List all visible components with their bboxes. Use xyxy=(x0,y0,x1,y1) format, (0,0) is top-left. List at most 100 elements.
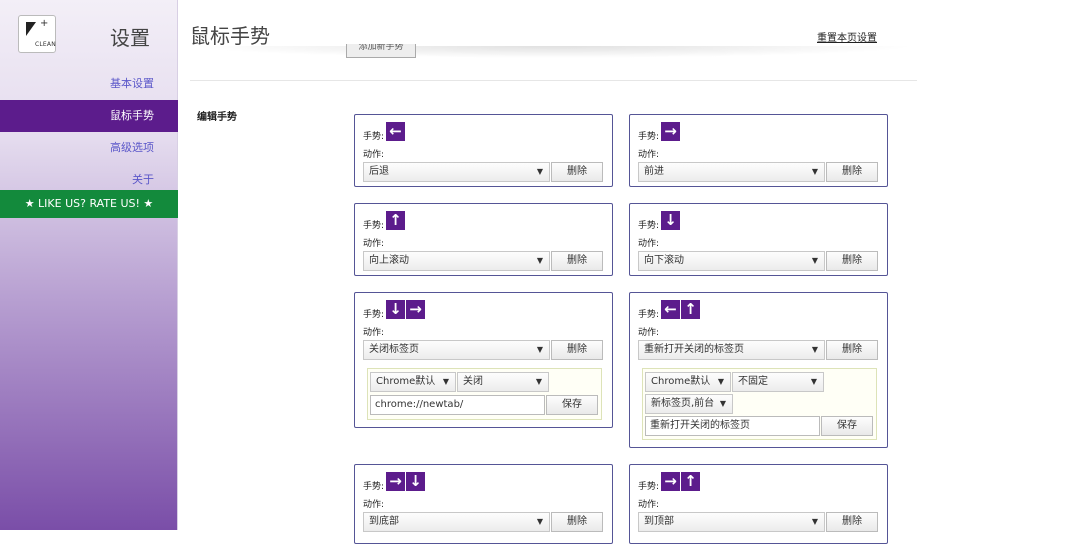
chevron-down-icon: ▼ xyxy=(811,256,818,265)
pin-value: 不固定 xyxy=(738,376,768,387)
action-value: 重新打开关闭的标签页 xyxy=(644,344,744,355)
sidebar-item-basic[interactable]: 基本设置 xyxy=(0,68,178,100)
delete-button[interactable]: 删除 xyxy=(826,251,878,271)
arrow-right-icon: → xyxy=(386,471,406,491)
action-label: 动作: xyxy=(638,239,660,249)
action-select[interactable]: 向下滚动 ▼ xyxy=(638,251,825,271)
browser-select[interactable]: Chrome默认 ▼ xyxy=(645,372,731,392)
action-select[interactable]: 关闭标签页 ▼ xyxy=(363,340,550,360)
arrow-down-icon: ↓ xyxy=(386,299,406,319)
gesture-card: 手势: → 动作: 前进 ▼ 删除 xyxy=(629,114,888,187)
action-label: 动作: xyxy=(363,500,385,510)
gesture-label: 手势: xyxy=(638,220,660,231)
gesture-row: 手势: ↓ → xyxy=(363,299,426,320)
mode-value: 关闭 xyxy=(463,376,483,387)
action-value: 后退 xyxy=(369,166,389,177)
chevron-down-icon: ▼ xyxy=(536,167,543,176)
chevron-down-icon: ▼ xyxy=(536,256,543,265)
reset-settings-link[interactable]: 重置本页设置 xyxy=(817,29,877,44)
sidebar: + CLEAN 设置 基本设置 鼠标手势 高级选项 关于 ★ LIKE US? … xyxy=(0,0,178,530)
delete-button[interactable]: 删除 xyxy=(551,340,603,360)
action-label: 动作: xyxy=(363,328,385,338)
chevron-down-icon: ▼ xyxy=(811,345,818,354)
delete-button[interactable]: 删除 xyxy=(826,512,878,532)
action-value: 向下滚动 xyxy=(644,255,684,266)
pin-select[interactable]: 不固定 ▼ xyxy=(732,372,824,392)
gesture-card: 手势: → ↓ 动作: 到底部 ▼ 删除 xyxy=(354,464,613,544)
mode-select[interactable]: 关闭 ▼ xyxy=(457,372,549,392)
action-label: 动作: xyxy=(363,239,385,249)
action-select[interactable]: 重新打开关闭的标签页 ▼ xyxy=(638,340,825,360)
gesture-label: 手势: xyxy=(363,131,385,142)
chevron-down-icon: ▼ xyxy=(811,517,818,526)
arrow-up-icon: ↑ xyxy=(681,471,701,491)
gesture-row: 手势: → ↑ xyxy=(638,471,701,492)
arrow-up-icon: ↑ xyxy=(681,299,701,319)
action-value: 到底部 xyxy=(369,516,399,527)
arrow-down-icon: ↓ xyxy=(406,471,426,491)
action-options-panel: Chrome默认 ▼ 不固定 ▼ 新标签页,前台 ▼ 重新打开关闭的标签页 保存 xyxy=(642,368,877,440)
gesture-card: 手势: ↓ 动作: 向下滚动 ▼ 删除 xyxy=(629,203,888,276)
position-select[interactable]: 新标签页,前台 ▼ xyxy=(645,394,733,414)
divider xyxy=(190,80,917,81)
delete-button[interactable]: 删除 xyxy=(551,251,603,271)
gesture-row: 手势: ↑ xyxy=(363,210,406,231)
action-value: 关闭标签页 xyxy=(369,344,419,355)
position-value: 新标签页,前台 xyxy=(651,398,715,409)
text-input[interactable]: 重新打开关闭的标签页 xyxy=(645,416,820,436)
action-value: 到顶部 xyxy=(644,516,674,527)
logo-text: CLEAN xyxy=(35,41,56,48)
gesture-label: 手势: xyxy=(363,309,385,320)
browser-select[interactable]: Chrome默认 ▼ xyxy=(370,372,456,392)
section-label: 编辑手势 xyxy=(197,112,237,123)
cursor-icon xyxy=(26,22,36,36)
sidebar-nav: 基本设置 鼠标手势 高级选项 关于 xyxy=(0,68,178,196)
gesture-row: 手势: → xyxy=(638,121,681,142)
gesture-label: 手势: xyxy=(363,220,385,231)
gesture-row: 手势: ← xyxy=(363,121,406,142)
arrow-left-icon: ← xyxy=(386,121,406,141)
chevron-down-icon: ▼ xyxy=(811,167,818,176)
action-select[interactable]: 后退 ▼ xyxy=(363,162,550,182)
plus-icon: + xyxy=(40,18,49,29)
action-select[interactable]: 到底部 ▼ xyxy=(363,512,550,532)
main-content: 鼠标手势 重置本页设置 添加新手势 编辑手势 手势: ← 动作: 后退 ▼ 删除 手势: → 动… xyxy=(190,0,917,544)
gesture-label: 手势: xyxy=(638,131,660,142)
url-input[interactable]: chrome://newtab/ xyxy=(370,395,545,415)
chevron-down-icon: ▼ xyxy=(535,377,542,386)
action-select[interactable]: 前进 ▼ xyxy=(638,162,825,182)
delete-button[interactable]: 删除 xyxy=(826,340,878,360)
action-value: 前进 xyxy=(644,166,664,177)
chevron-down-icon: ▼ xyxy=(810,377,817,386)
rate-us-button[interactable]: ★ LIKE US? RATE US! ★ xyxy=(0,190,178,218)
arrow-right-icon: → xyxy=(661,121,681,141)
sidebar-item-mouse-gestures[interactable]: 鼠标手势 xyxy=(0,100,178,132)
sidebar-title: 设置 xyxy=(110,26,150,50)
chevron-down-icon: ▼ xyxy=(442,377,449,386)
action-label: 动作: xyxy=(638,150,660,160)
delete-button[interactable]: 删除 xyxy=(551,162,603,182)
gesture-label: 手势: xyxy=(363,481,385,492)
save-button[interactable]: 保存 xyxy=(546,395,598,415)
app-logo: + CLEAN xyxy=(18,15,56,53)
action-value: 向上滚动 xyxy=(369,255,409,266)
arrow-up-icon: ↑ xyxy=(386,210,406,230)
save-button[interactable]: 保存 xyxy=(821,416,873,436)
delete-button[interactable]: 删除 xyxy=(551,512,603,532)
add-gesture-button[interactable]: 添加新手势 xyxy=(346,44,416,58)
page-title: 鼠标手势 xyxy=(190,24,270,48)
arrow-down-icon: ↓ xyxy=(661,210,681,230)
arrow-right-icon: → xyxy=(661,471,681,491)
chevron-down-icon: ▼ xyxy=(717,377,724,386)
browser-value: Chrome默认 xyxy=(376,376,436,387)
browser-value: Chrome默认 xyxy=(651,376,711,387)
delete-button[interactable]: 删除 xyxy=(826,162,878,182)
gesture-row: 手势: ↓ xyxy=(638,210,681,231)
gesture-label: 手势: xyxy=(638,309,660,320)
action-select[interactable]: 到顶部 ▼ xyxy=(638,512,825,532)
gesture-card: 手势: ← ↑ 动作: 重新打开关闭的标签页 ▼ 删除 Chrome默认 ▼ 不固定 ▼ 新标签页,前… xyxy=(629,292,888,448)
gesture-card: 手势: ← 动作: 后退 ▼ 删除 xyxy=(354,114,613,187)
header-shadow xyxy=(190,46,917,58)
sidebar-item-advanced[interactable]: 高级选项 xyxy=(0,132,178,164)
action-select[interactable]: 向上滚动 ▼ xyxy=(363,251,550,271)
